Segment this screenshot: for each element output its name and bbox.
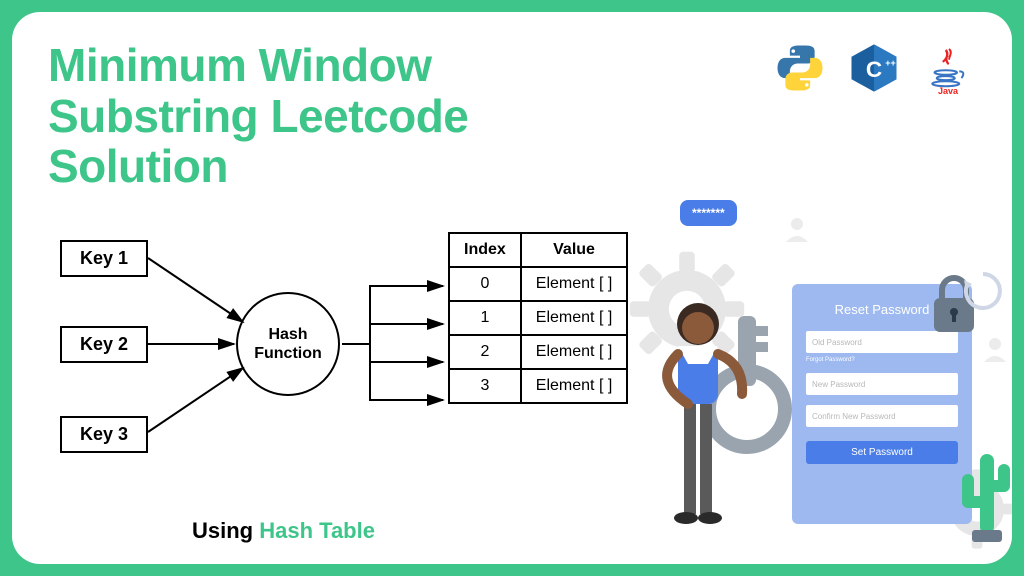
- key-box-3: Key 3: [60, 416, 148, 453]
- illustration-group: Reset Password Old Password Forgot Passw…: [592, 184, 992, 564]
- hash-diagram: Key 1 Key 2 Key 3 Hash Function Index Va…: [48, 232, 648, 492]
- cell-index: 3: [449, 369, 521, 403]
- cactus-icon: [956, 434, 1012, 544]
- diagram-caption: Using Hash Table: [192, 518, 375, 544]
- svg-text:++: ++: [885, 58, 896, 68]
- confirm-password-field[interactable]: Confirm New Password: [806, 405, 958, 427]
- person-with-key-illustration: [632, 254, 822, 564]
- hash-function-label: Hash Function: [238, 325, 338, 363]
- set-password-button[interactable]: Set Password: [806, 441, 958, 464]
- main-card: Minimum Window Substring Leetcode Soluti…: [12, 12, 1012, 564]
- person-silhouette-icon: [980, 334, 1010, 364]
- cell-index: 2: [449, 335, 521, 369]
- forgot-password-link[interactable]: Forgot Password?: [806, 357, 958, 363]
- col-header-index: Index: [449, 233, 521, 267]
- cell-index: 0: [449, 267, 521, 301]
- caption-prefix: Using: [192, 518, 259, 543]
- caption-highlight: Hash Table: [259, 518, 375, 543]
- svg-text:C: C: [866, 57, 882, 82]
- key-box-2: Key 2: [60, 326, 148, 363]
- page-title: Minimum Window Substring Leetcode Soluti…: [48, 40, 608, 192]
- cpp-icon: C ++: [846, 40, 902, 96]
- language-icons-group: C ++ Java: [772, 40, 976, 96]
- hash-function-circle: Hash Function: [236, 292, 340, 396]
- person-silhouette-icon: [782, 214, 812, 244]
- python-icon: [772, 40, 828, 96]
- refresh-arrows-icon: [958, 266, 1008, 316]
- new-password-field[interactable]: New Password: [806, 373, 958, 395]
- cell-index: 1: [449, 301, 521, 335]
- svg-text:Java: Java: [938, 86, 959, 95]
- key-box-1: Key 1: [60, 240, 148, 277]
- speech-bubble: *******: [680, 200, 737, 226]
- java-icon: Java: [920, 40, 976, 96]
